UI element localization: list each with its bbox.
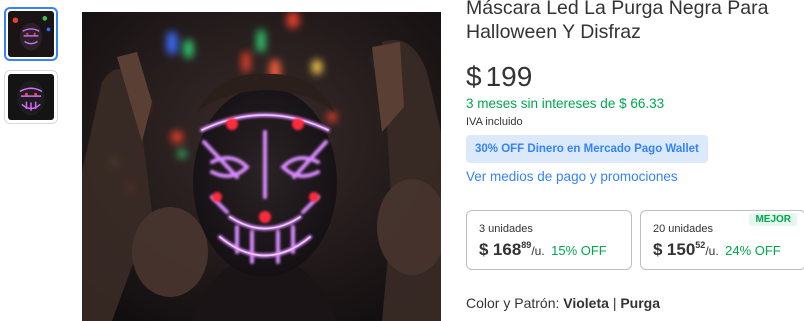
quantity-tier-20[interactable]: MEJOR 20 unidades $ 15052/u. 24% OFF (640, 210, 804, 270)
variant-selection: Color y Patrón: Violeta | Purga (466, 295, 660, 311)
wallet-promo-badge: 30% OFF Dinero en Mercado Pago Wallet (466, 135, 708, 163)
thumbnail-party-image (8, 11, 54, 57)
installments-text: 3 meses sin intereses de $ 66.33 (466, 96, 665, 111)
variant-color: Violeta (563, 295, 609, 311)
variant-pattern: Purga (620, 295, 661, 311)
price-amount: 199 (485, 61, 533, 92)
payment-methods-link[interactable]: Ver medios de pago y promociones (466, 169, 678, 184)
tier-currency: $ (479, 240, 489, 259)
tier-currency: $ (653, 240, 663, 259)
tier-cents: 52 (695, 240, 706, 250)
tier-quantity: 3 unidades (479, 223, 533, 235)
tier-unit: /u. (531, 244, 545, 258)
variant-label: Color y Patrón: (466, 295, 560, 311)
price-currency: $ (466, 61, 482, 92)
quantity-tier-3[interactable]: 3 unidades $ 16889/u. 15% OFF (466, 210, 632, 270)
thumbnail-party-photo[interactable] (4, 7, 58, 61)
tier-amount: 150 (666, 240, 696, 259)
product-title: Máscara Led La Purga Negra Para Hallowee… (466, 0, 804, 44)
tier-amount: 168 (492, 240, 522, 259)
main-product-image[interactable] (82, 12, 441, 321)
tier-cents: 89 (521, 240, 532, 250)
tier-price: $ 15052/u. 24% OFF (653, 240, 781, 260)
tier-discount: 24% OFF (725, 243, 781, 258)
variant-separator: | (612, 295, 617, 311)
thumbnail-mask-image (8, 74, 54, 120)
product-page: Máscara Led La Purga Negra Para Hallowee… (0, 0, 804, 321)
party-mask-photo (82, 12, 441, 321)
best-value-badge: MEJOR (749, 213, 797, 226)
product-title-line-1: Máscara Led La Purga Negra Para (466, 0, 769, 19)
tier-quantity: 20 unidades (653, 223, 713, 235)
product-title-line-2: Halloween Y Disfraz (466, 21, 641, 43)
product-price: $199 (466, 60, 532, 94)
tier-discount: 15% OFF (551, 243, 607, 258)
tier-unit: /u. (705, 244, 719, 258)
tier-price: $ 16889/u. 15% OFF (479, 240, 607, 260)
thumbnail-mask-product[interactable] (4, 70, 58, 124)
tax-note: IVA incluido (466, 116, 523, 128)
